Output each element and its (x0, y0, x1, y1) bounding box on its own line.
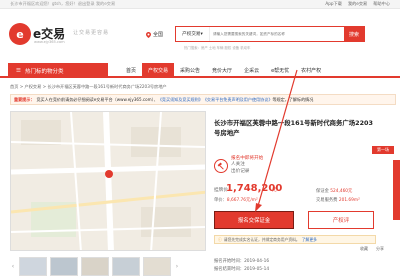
domain-text: www.ejy365.com (34, 40, 65, 44)
app-download-link[interactable]: App下载 (325, 1, 342, 7)
tool-links: 收藏 分享 (360, 246, 384, 252)
location-selector[interactable]: 全国 (146, 31, 163, 38)
thumbnail-image[interactable] (81, 256, 109, 276)
rules-link[interactable]: 《竞买须知及竞买规则》 (158, 97, 203, 103)
nav-item-property-trade[interactable]: 产权交易 (142, 63, 175, 78)
unit-price: 单价：8,667.76元/m² (214, 197, 258, 203)
floating-side-bar[interactable] (393, 160, 400, 220)
auction-status: 报名中即将开始 人关注 出价记录 (214, 156, 263, 175)
reminder-text: 请您先完成实名认证，并绑定商务用户资料。 (223, 236, 300, 242)
unit-price-label: 单价： (214, 198, 227, 203)
registration-dates: 报名开始时间：2019-04-16 报名结束时间：2019-05-14 (214, 258, 269, 274)
search-category-label: 产权交易 (182, 32, 201, 37)
nav-item-home[interactable]: 首页 (120, 63, 142, 78)
learn-more-link[interactable]: 了解更多 (302, 237, 317, 243)
menu-icon: ☰ (16, 67, 21, 74)
breadcrumb[interactable]: 首页 > 产权交易 > 长沙市开福区芙蓉中路一段161号新时代商务广场2203号… (10, 84, 167, 90)
nav-item-auction-hall[interactable]: 竞价大厅 (206, 63, 238, 78)
search-input[interactable] (210, 27, 344, 41)
location-pin-icon (146, 31, 151, 38)
notice-bar: 重要提示： 竞买人在竞价前请务必仔细阅读e交易平台（www.ejy365.com… (10, 94, 396, 105)
search-button[interactable]: 搜索 (344, 27, 364, 41)
property-evaluation-button[interactable]: 产权评 (308, 211, 374, 229)
action-buttons: 报名交保证金 产权评 (214, 211, 394, 231)
deposit-label: 保证金 (316, 189, 329, 194)
nav-item-enterprise-cloud[interactable]: 企采云 (238, 63, 265, 78)
bid-record-text: 出价记录 (231, 168, 250, 174)
welcome-text: 长沙市开福区欢迎您！gtsh，您好！退出登录 我的e交易 (10, 1, 116, 6)
thumbnail-image[interactable] (143, 256, 171, 276)
thumbnail-strip: ‹ › (10, 256, 206, 276)
round-tag: 第一场 (372, 146, 394, 154)
my-account-link[interactable]: 我的e交易 (348, 1, 367, 7)
start-date: 2019-04-16 (244, 259, 270, 264)
thumbnail-image[interactable] (112, 256, 140, 276)
price-unit: 元 (272, 188, 277, 193)
info-icon: ⓘ (218, 236, 222, 242)
thumb-prev-icon[interactable]: ‹ (10, 263, 16, 270)
nav-item-rural-property[interactable]: 农村产权 (295, 63, 327, 78)
register-deposit-button[interactable]: 报名交保证金 (214, 211, 294, 229)
unit-price-value: 8,667.76元/m² (226, 198, 258, 203)
help-link[interactable]: 帮助中心 (373, 1, 390, 7)
notice-tail: 等规定，了解标的情况 (272, 96, 314, 102)
slogan: 让交易更容易 (73, 30, 110, 36)
map-graphic (11, 112, 205, 250)
thumbnail-image[interactable] (19, 256, 47, 276)
share-link[interactable]: 分享 (376, 246, 384, 252)
end-date: 2019-05-14 (244, 267, 270, 273)
start-date-label: 报名开始时间： (214, 259, 245, 264)
main-nav: ☰ 热门标的物分类 首页 产权交易 采购公告 竞价大厅 企采云 e帮无忧 农村产… (0, 63, 400, 78)
hot-search-text: 热门搜索：房产 土地 车辆 股权 设备 机动车 (184, 46, 251, 50)
logo-icon[interactable]: e (9, 23, 31, 45)
end-date-label: 报名结束时间： (214, 267, 245, 273)
location-label: 全国 (153, 32, 164, 38)
gavel-icon (214, 158, 228, 173)
notice-text: 竞买人在竞价前请务必仔细阅读e交易平台（www.ejy365.com）、 (36, 96, 158, 102)
deposit-value: 524,460元 (330, 189, 353, 194)
thumb-next-icon[interactable]: › (174, 263, 180, 270)
disclaimer-link[interactable]: 《交易平台免责声明及用户使用协议》 (203, 97, 273, 103)
top-bar: 长沙市开福区欢迎您！gtsh，您好！退出登录 我的e交易 App下载 我的e交易… (0, 0, 400, 9)
category-menu-label: 热门标的物分类 (24, 68, 64, 75)
nav-item-e-help[interactable]: e帮无忧 (265, 63, 295, 78)
commission-value: 201.69m² (338, 198, 360, 204)
property-map-image[interactable] (10, 111, 206, 251)
notice-label: 重要提示： (14, 96, 35, 102)
search-category-dropdown[interactable]: 产权交易 ▾ (176, 27, 210, 41)
price-details: 保证金 524,460元 交易服务费 201.69m² (316, 187, 360, 206)
thumbnail-image[interactable] (50, 256, 78, 276)
property-title: 长沙市开福区芙蓉中路一段161号新时代商务广场2203号房地产 (214, 119, 373, 137)
favorite-link[interactable]: 收藏 (360, 246, 368, 252)
category-menu[interactable]: ☰ 热门标的物分类 (8, 63, 108, 78)
nav-item-procurement[interactable]: 采购公告 (174, 63, 206, 78)
search-bar: 产权交易▾ 搜索 (175, 26, 365, 42)
header: e e交易 让交易更容易 www.ejy365.com 全国 产权交易▾ 搜索 … (0, 9, 400, 54)
verification-reminder: ⓘ 请您先完成实名认证，并绑定商务用户资料。 了解更多 (214, 235, 376, 244)
commission-label: 交易服务费 (316, 198, 338, 204)
